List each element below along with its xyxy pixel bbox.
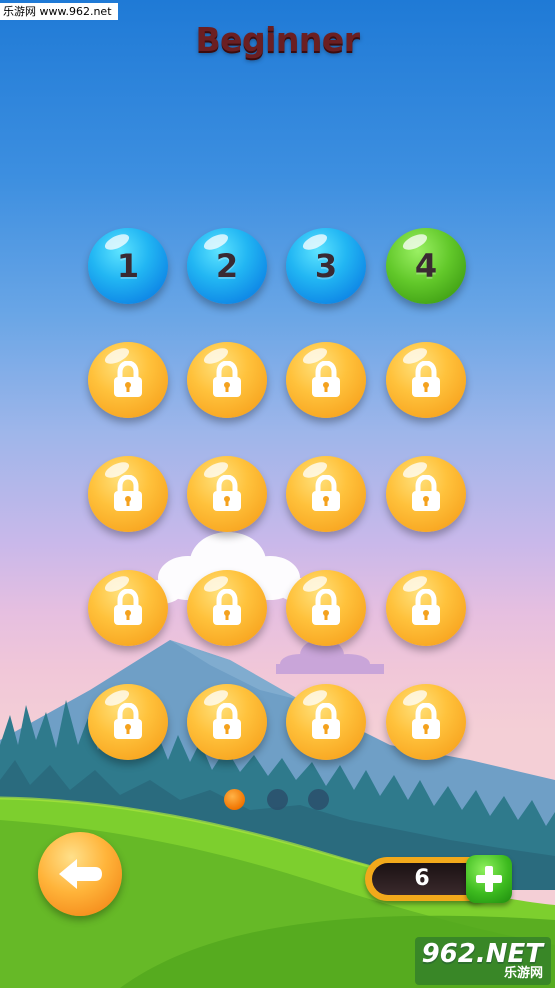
lock-icon xyxy=(312,361,340,397)
lock-icon xyxy=(412,703,440,739)
lock-icon xyxy=(213,361,241,397)
watermark-bottom: 962.NET 乐游网 xyxy=(415,937,551,985)
page-dot-active[interactable] xyxy=(224,789,245,810)
level-button-locked[interactable] xyxy=(88,456,168,532)
lock-icon xyxy=(213,589,241,625)
level-button-locked[interactable] xyxy=(187,456,267,532)
level-number: 2 xyxy=(215,247,239,285)
lock-icon xyxy=(213,703,241,739)
level-number: 4 xyxy=(414,247,438,285)
lock-icon xyxy=(114,703,142,739)
level-button-locked[interactable] xyxy=(286,342,366,418)
watermark-logo-text: 962.NET xyxy=(421,939,543,969)
level-button-locked[interactable] xyxy=(88,684,168,760)
level-button-locked[interactable] xyxy=(187,684,267,760)
level-button-locked[interactable] xyxy=(386,456,466,532)
level-number: 1 xyxy=(116,247,140,285)
level-button-4[interactable]: 4 xyxy=(386,228,466,304)
lock-icon xyxy=(312,703,340,739)
level-button-locked[interactable] xyxy=(386,342,466,418)
level-button-locked[interactable] xyxy=(88,570,168,646)
level-button-locked[interactable] xyxy=(286,456,366,532)
level-button-locked[interactable] xyxy=(286,570,366,646)
lock-icon xyxy=(114,475,142,511)
level-button-3[interactable]: 3 xyxy=(286,228,366,304)
lock-icon xyxy=(412,589,440,625)
level-button-locked[interactable] xyxy=(386,684,466,760)
coin-counter: 6 xyxy=(365,855,512,903)
level-button-2[interactable]: 2 xyxy=(187,228,267,304)
level-button-locked[interactable] xyxy=(88,342,168,418)
counter-value: 6 xyxy=(414,866,430,891)
lock-icon xyxy=(213,475,241,511)
page-dot[interactable] xyxy=(308,789,329,810)
back-arrow-icon xyxy=(59,859,102,889)
lock-icon xyxy=(312,589,340,625)
page-indicator xyxy=(224,789,334,811)
level-button-locked[interactable] xyxy=(386,570,466,646)
lock-icon xyxy=(312,475,340,511)
lock-icon xyxy=(114,361,142,397)
lock-icon xyxy=(114,589,142,625)
level-button-locked[interactable] xyxy=(187,570,267,646)
lock-icon xyxy=(412,361,440,397)
add-button[interactable] xyxy=(466,855,512,903)
game-screen: 乐游网 www.962.net Beginner 1234 6 962.NET … xyxy=(0,0,555,988)
level-number: 3 xyxy=(314,247,338,285)
level-button-locked[interactable] xyxy=(187,342,267,418)
level-button-1[interactable]: 1 xyxy=(88,228,168,304)
page-dot[interactable] xyxy=(267,789,288,810)
watermark-subtitle: 乐游网 xyxy=(503,966,543,981)
lock-icon xyxy=(412,475,440,511)
level-button-locked[interactable] xyxy=(286,684,366,760)
back-button[interactable] xyxy=(38,832,122,916)
plus-icon xyxy=(476,866,502,892)
